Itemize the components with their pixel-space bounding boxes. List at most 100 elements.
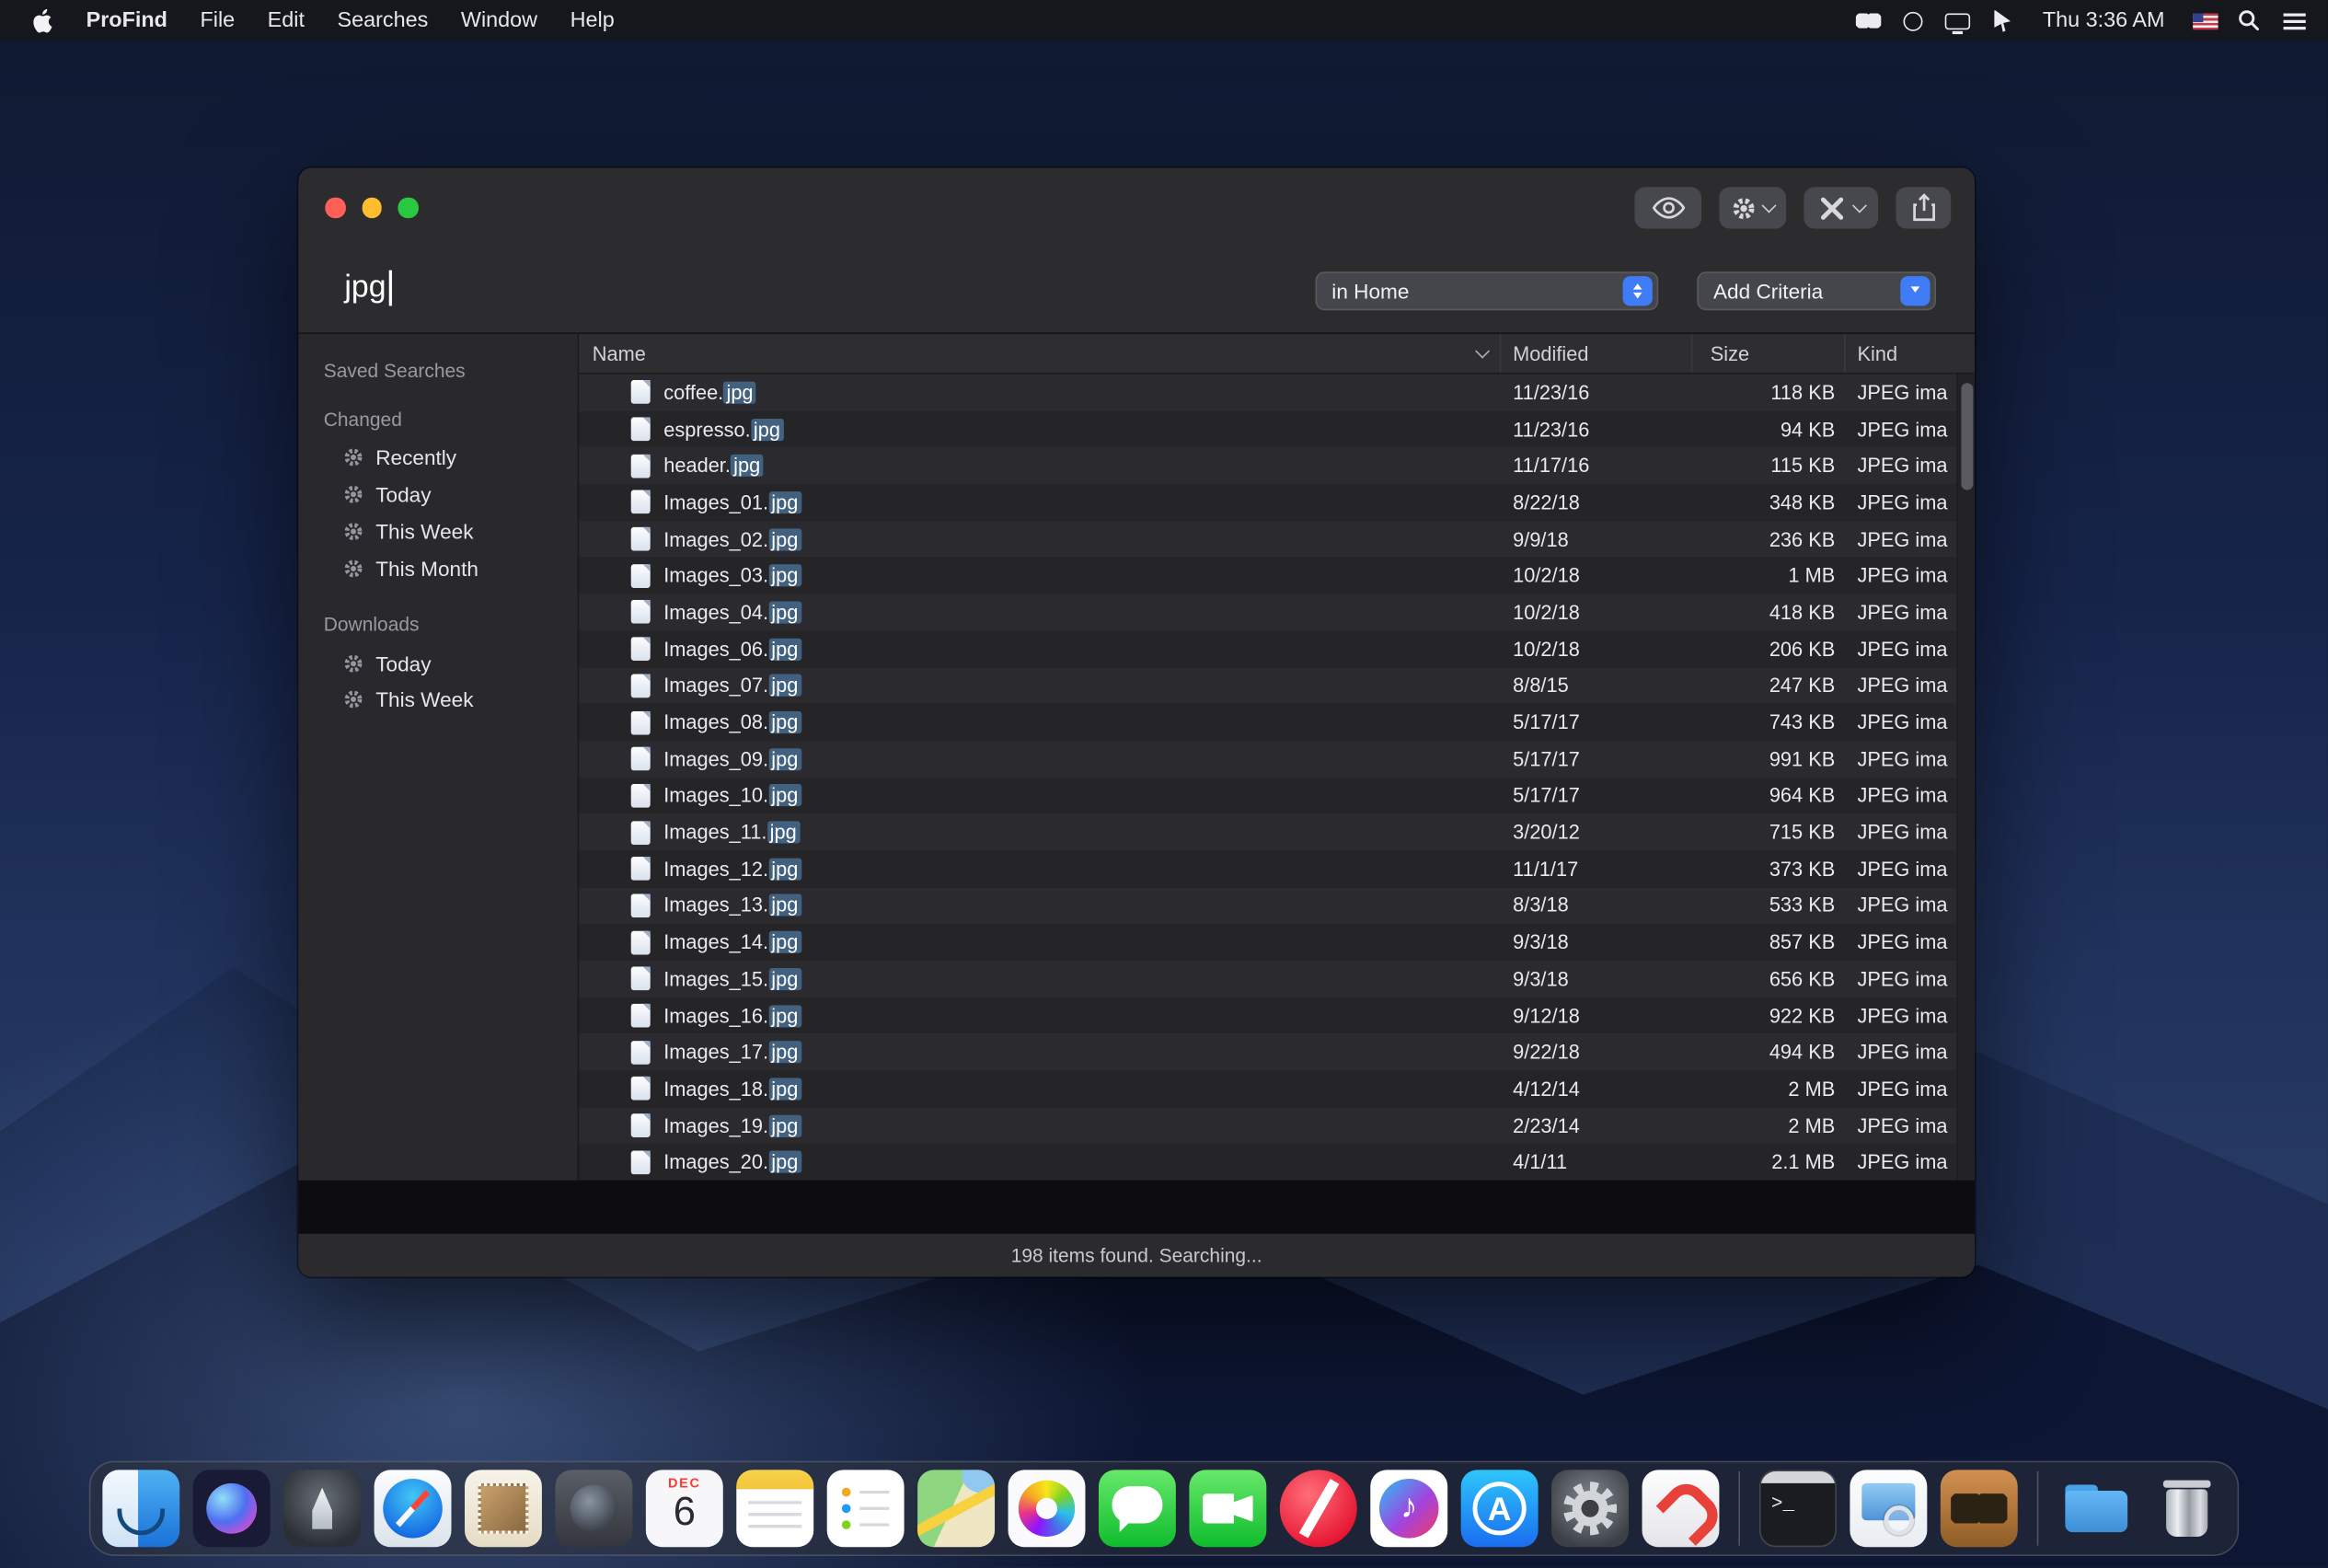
dock-terminal[interactable] [1759,1470,1837,1547]
table-row[interactable]: Images_20.jpg4/1/112.1 MBJPEG ima [579,1144,1956,1181]
dock-magnet[interactable] [1642,1470,1720,1547]
table-row[interactable]: Images_13.jpg8/3/18533 KBJPEG ima [579,887,1956,924]
menu-help[interactable]: Help [554,0,631,41]
dock-trash[interactable] [2149,1470,2226,1547]
app-menu-profind[interactable]: ProFind [70,0,184,41]
table-row[interactable]: Images_11.jpg3/20/12715 KBJPEG ima [579,814,1956,851]
column-header-modified[interactable]: Modified [1501,334,1692,373]
dock-contacts[interactable] [555,1470,632,1547]
zoom-button[interactable] [398,198,418,218]
display-icon[interactable] [1939,0,1977,41]
search-value: jpg [344,271,386,306]
table-row[interactable]: Images_06.jpg10/2/18206 KBJPEG ima [579,630,1956,667]
binoculars-icon[interactable] [1850,0,1888,41]
search-scope-popup[interactable]: in Home [1316,271,1659,310]
notification-center-icon[interactable] [2275,0,2313,41]
menu-clock[interactable]: Thu 3:36 AM [2028,9,2180,33]
table-row[interactable]: Images_07.jpg8/8/15247 KBJPEG ima [579,667,1956,704]
menu-window[interactable]: Window [444,0,554,41]
dock-system-preferences[interactable] [1551,1470,1629,1547]
dock-launchpad[interactable] [283,1470,361,1547]
apple-menu[interactable] [15,9,70,33]
file-modified: 10/2/18 [1501,638,1692,660]
status-text: 198 items found. Searching... [1011,1244,1262,1266]
menu-file[interactable]: File [184,0,251,41]
sidebar-item-today[interactable]: Today [298,477,577,513]
tools-menu-button[interactable] [1804,187,1878,228]
file-modified: 9/3/18 [1501,931,1692,953]
column-header-size[interactable]: Size [1692,334,1845,373]
tools-icon [1817,193,1847,223]
us-flag-icon[interactable] [2185,0,2224,41]
window-toolbar[interactable]: jpg in Home Add Criteria [298,167,1975,334]
dock-notes[interactable] [736,1470,813,1547]
share-button[interactable] [1896,187,1951,228]
column-header-kind[interactable]: Kind [1846,334,1975,373]
dock-finder[interactable] [102,1470,179,1547]
scrollbar-thumb[interactable] [1961,383,1973,490]
table-row[interactable]: Images_17.jpg9/22/18494 KBJPEG ima [579,1034,1956,1071]
menu-searches[interactable]: Searches [321,0,444,41]
minimize-button[interactable] [362,198,382,218]
table-row[interactable]: Images_02.jpg9/9/18236 KBJPEG ima [579,521,1956,558]
vertical-scrollbar[interactable] [1957,375,1975,1181]
sidebar-item-this-week[interactable]: This Week [298,513,577,550]
dock-facetime[interactable] [1189,1470,1266,1547]
table-row[interactable]: Images_12.jpg11/1/17373 KBJPEG ima [579,850,1956,887]
table-row[interactable]: Images_03.jpg10/2/181 MBJPEG ima [579,558,1956,594]
table-row[interactable]: Images_10.jpg5/17/17964 KBJPEG ima [579,778,1956,814]
column-header-name[interactable]: Name [579,334,1501,373]
add-criteria-popup[interactable]: Add Criteria [1697,271,1936,310]
file-name: espresso.jpg [663,418,783,440]
file-modified: 11/1/17 [1501,858,1692,880]
action-menu-button[interactable] [1719,187,1786,228]
dock-profind[interactable] [1941,1470,2018,1547]
sidebar-item-label: Recently [375,446,456,470]
table-row[interactable]: header.jpg11/17/16115 KBJPEG ima [579,447,1956,484]
document-icon [631,527,651,551]
table-row[interactable]: Images_08.jpg5/17/17743 KBJPEG ima [579,704,1956,741]
table-row[interactable]: Images_15.jpg9/3/18656 KBJPEG ima [579,961,1956,997]
sidebar-item-this-month[interactable]: This Month [298,550,577,587]
dock-app-store[interactable] [1461,1470,1539,1547]
document-icon [631,894,651,917]
dock-reminders[interactable] [827,1470,905,1547]
dock-music[interactable] [1370,1470,1447,1547]
table-row[interactable]: Images_09.jpg5/17/17991 KBJPEG ima [579,741,1956,778]
file-name: header.jpg [663,455,763,477]
dock-preview[interactable] [1850,1470,1927,1547]
table-row[interactable]: Images_18.jpg4/12/142 MBJPEG ima [579,1070,1956,1107]
dock-mail[interactable] [465,1470,542,1547]
table-row[interactable]: coffee.jpg11/23/16118 KBJPEG ima [579,375,1956,411]
table-row[interactable]: Images_16.jpg9/12/18922 KBJPEG ima [579,997,1956,1034]
table-row[interactable]: Images_19.jpg2/23/142 MBJPEG ima [579,1107,1956,1144]
close-button[interactable] [325,198,345,218]
dock-messages[interactable] [1099,1470,1176,1547]
circle-icon[interactable] [1894,0,1932,41]
search-input[interactable]: jpg [344,271,391,306]
menu-edit[interactable]: Edit [251,0,321,41]
quick-look-button[interactable] [1634,187,1701,228]
file-size: 94 KB [1692,418,1845,440]
dock-calendar[interactable]: DEC6 [646,1470,723,1547]
table-row[interactable]: Images_04.jpg10/2/18418 KBJPEG ima [579,594,1956,631]
dock-siri[interactable] [193,1470,271,1547]
dock-news[interactable] [1280,1470,1357,1547]
dock-maps[interactable] [917,1470,995,1547]
dock-folder[interactable] [2057,1470,2135,1547]
dock-safari[interactable] [375,1470,452,1547]
document-icon [631,601,651,625]
sidebar-item-recently[interactable]: Recently [298,440,577,477]
table-row[interactable]: espresso.jpg11/23/1694 KBJPEG ima [579,410,1956,447]
cursor-icon[interactable] [1983,0,2022,41]
gear-icon [343,689,364,710]
table-row[interactable]: Images_14.jpg9/3/18857 KBJPEG ima [579,924,1956,961]
match-highlight: jpg [768,601,801,623]
gear-icon [1731,195,1756,220]
document-icon [631,454,651,478]
sidebar-item-today[interactable]: Today [298,644,577,681]
dock-photos[interactable] [1008,1470,1086,1547]
sidebar-item-this-week[interactable]: This Week [298,681,577,718]
table-row[interactable]: Images_01.jpg8/22/18348 KBJPEG ima [579,484,1956,521]
spotlight-icon[interactable] [2230,0,2268,41]
